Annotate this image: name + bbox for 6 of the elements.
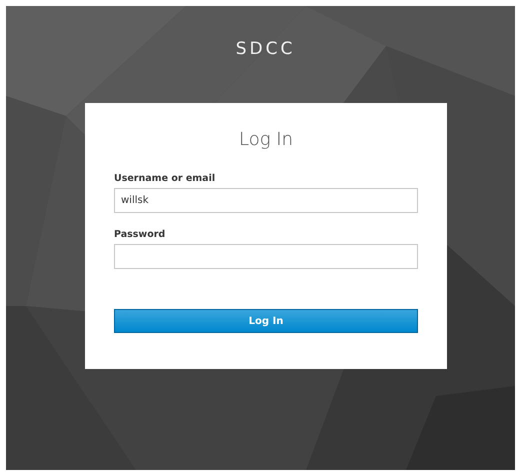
username-field[interactable]: willsk: [114, 188, 418, 213]
password-field[interactable]: [114, 244, 418, 269]
field-label: Username or email: [114, 172, 216, 186]
field-label: Password: [114, 228, 166, 242]
site-title: SDCC: [236, 38, 296, 61]
card-title: Log In: [239, 128, 293, 152]
